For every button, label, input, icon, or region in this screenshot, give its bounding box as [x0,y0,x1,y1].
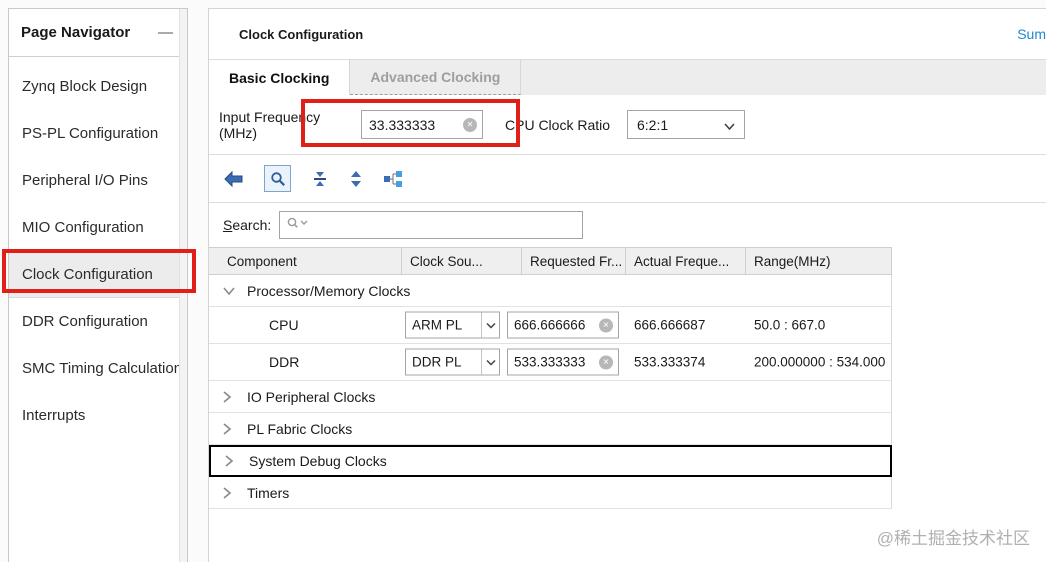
panel-header: Clock Configuration Sum [209,9,1046,60]
input-frequency-label: Input Frequency (MHz) [219,108,321,141]
table-row-system-debug-clocks[interactable]: System Debug Clocks [209,445,892,477]
chevron-down-icon [724,117,735,133]
back-arrow-icon[interactable] [223,170,244,187]
page-navigator-title: Page Navigator [21,24,131,41]
component-name: DDR [269,354,300,370]
column-header-requested-frequency[interactable]: Requested Fr... [522,248,626,274]
search-input[interactable] [279,211,584,239]
tab-advanced-clocking[interactable]: Advanced Clocking [350,60,522,95]
table-row-processor-memory-clocks[interactable]: Processor/Memory Clocks [209,275,892,307]
group-label: PL Fabric Clocks [247,420,353,437]
cpu-requested-frequency-input[interactable]: 666.666666 ✕ [507,311,619,339]
search-label: Search: [223,217,271,233]
page-navigator-header: Page Navigator — [9,9,187,57]
column-header-actual-frequency[interactable]: Actual Freque... [626,248,746,274]
cpu-clock-ratio-select[interactable]: 6:2:1 [627,110,745,139]
clock-source-value: ARM PL [412,317,463,333]
clear-icon[interactable]: ✕ [599,318,613,332]
chevron-right-icon[interactable] [223,422,237,435]
group-label: IO Peripheral Clocks [247,388,376,405]
sidebar-item-clock-configuration[interactable]: Clock Configuration [9,251,187,298]
table-header: Component Clock Sou... Requested Fr... A… [209,247,892,275]
sidebar-item-ddr-configuration[interactable]: DDR Configuration [9,298,187,345]
sidebar-item-smc-timing-calculation[interactable]: SMC Timing Calculation [9,345,187,392]
watermark: @稀土掘金技术社区 [876,529,1030,548]
chevron-down-icon [481,312,499,338]
table-row-ddr[interactable]: DDR DDR PL 533.333333 ✕ 533.333374 200.0… [209,344,892,381]
clock-table: Component Clock Sou... Requested Fr... A… [209,247,892,509]
chevron-right-icon[interactable] [223,390,237,403]
actual-frequency: 533.333374 [634,354,706,370]
clear-icon[interactable]: ✕ [599,355,613,369]
tab-basic-clocking[interactable]: Basic Clocking [209,60,351,95]
group-label: Processor/Memory Clocks [247,282,411,299]
input-frequency-value: 33.333333 [369,116,436,133]
column-header-range[interactable]: Range(MHz) [746,248,892,274]
expand-collapse-sort-icon[interactable] [349,170,363,188]
requested-frequency-value: 666.666666 [514,317,586,333]
table-row-io-peripheral-clocks[interactable]: IO Peripheral Clocks [209,381,892,413]
cpu-clock-ratio-value: 6:2:1 [637,116,669,133]
search-label-accesskey: S [223,217,233,233]
table-row-timers[interactable]: Timers [209,477,892,509]
minimize-icon[interactable]: — [158,25,173,40]
cpu-clock-ratio-label: CPU Clock Ratio [505,116,611,133]
column-header-clock-source[interactable]: Clock Sou... [402,248,522,274]
clear-icon[interactable]: ✕ [463,117,477,132]
chevron-right-icon[interactable] [225,455,239,467]
column-header-component[interactable]: Component [209,248,402,274]
sidebar-item-interrupts[interactable]: Interrupts [9,392,187,439]
sidebar-scrollbar[interactable] [179,9,187,562]
search-icon[interactable] [264,165,291,192]
ddr-clock-source-select[interactable]: DDR PL [405,348,500,376]
page-navigator-list: Zynq Block Design PS-PL Configuration Pe… [9,57,187,439]
collapse-all-icon[interactable] [311,170,329,188]
table-row-cpu[interactable]: CPU ARM PL 666.666666 ✕ 666.666687 50.0 … [209,307,892,344]
hierarchy-icon[interactable] [383,170,404,188]
frequency-range: 50.0 : 667.0 [754,317,826,333]
clock-configuration-panel: Clock Configuration Sum Basic Clocking A… [208,8,1046,562]
clocking-tabbar: Basic Clocking Advanced Clocking [209,60,1046,95]
page-navigator-panel: Page Navigator — Zynq Block Design PS-PL… [8,8,188,562]
sidebar-item-mio-configuration[interactable]: MIO Configuration [9,204,187,251]
chevron-right-icon[interactable] [223,486,237,499]
clock-source-value: DDR PL [412,354,462,370]
sidebar-item-ps-pl-configuration[interactable]: PS-PL Configuration [9,110,187,157]
frequency-range: 200.000000 : 534.000 [754,354,886,370]
group-label: System Debug Clocks [249,453,387,469]
table-row-pl-fabric-clocks[interactable]: PL Fabric Clocks [209,413,892,445]
cpu-clock-source-select[interactable]: ARM PL [405,311,500,339]
chevron-down-icon [481,349,499,375]
clock-controls-row: Input Frequency (MHz) 33.333333 ✕ CPU Cl… [209,95,1046,155]
ddr-requested-frequency-input[interactable]: 533.333333 ✕ [507,348,619,376]
sidebar-item-peripheral-io-pins[interactable]: Peripheral I/O Pins [9,157,187,204]
search-label-rest: earch: [232,217,272,233]
search-filter-icon[interactable] [286,216,310,235]
requested-frequency-value: 533.333333 [514,354,586,370]
tree-toolbar [209,155,1046,203]
input-frequency-field[interactable]: 33.333333 ✕ [361,110,483,139]
chevron-down-icon[interactable] [223,286,237,295]
search-row: Search: [209,203,1046,247]
sidebar-item-zynq-block-design[interactable]: Zynq Block Design [9,63,187,110]
page-title: Clock Configuration [239,27,364,42]
group-label: Timers [247,484,290,501]
summary-report-link[interactable]: Sum [1017,26,1046,42]
component-name: CPU [269,317,299,333]
actual-frequency: 666.666687 [634,317,706,333]
